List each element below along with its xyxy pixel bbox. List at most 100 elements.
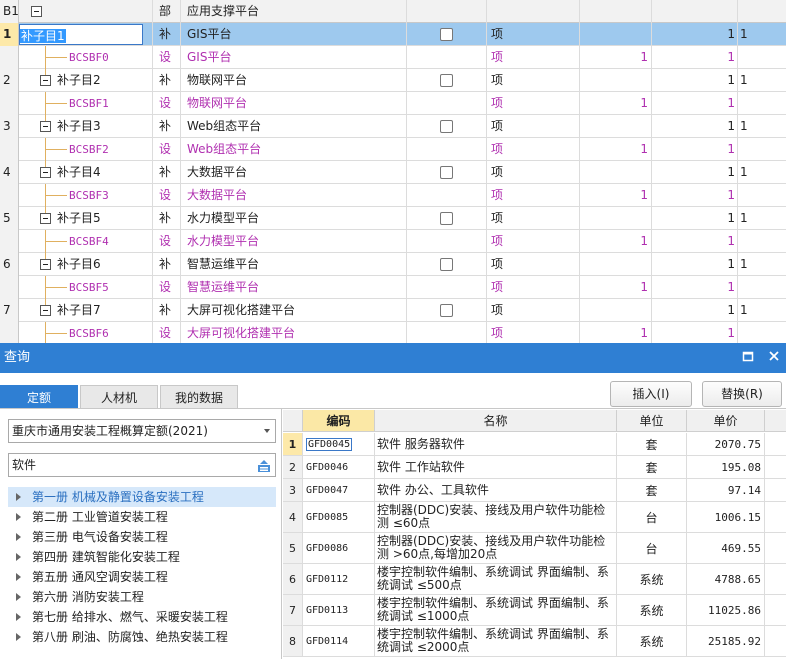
grid-row-qty[interactable]: 1 bbox=[580, 276, 652, 299]
grid-row-name[interactable]: GIS平台 bbox=[181, 23, 407, 46]
grid-row[interactable]: BCSBF3 设大数据平台项 1 1 bbox=[0, 184, 786, 207]
grid-row-unit[interactable]: 项 bbox=[487, 46, 580, 69]
grid-row-name[interactable]: 大数据平台 bbox=[181, 161, 407, 184]
grid-row-name[interactable]: 物联网平台 bbox=[181, 92, 407, 115]
caret-right-icon[interactable] bbox=[16, 533, 21, 541]
col-header-code[interactable]: 编码 bbox=[303, 410, 375, 432]
collapse-toggle-icon[interactable] bbox=[31, 6, 42, 17]
grid-row-unit[interactable]: 项 bbox=[487, 161, 580, 184]
grid-row[interactable]: BCSBF1 设物联网平台项 1 1 bbox=[0, 92, 786, 115]
search-input[interactable]: 软件 bbox=[8, 453, 276, 477]
grid-row-qty[interactable] bbox=[580, 253, 652, 276]
grid-row-unit[interactable]: 项 bbox=[487, 322, 580, 343]
grid-row-checkbox[interactable] bbox=[440, 304, 453, 317]
grid-row-checkbox[interactable] bbox=[440, 120, 453, 133]
grid-row-unit[interactable]: 项 bbox=[487, 23, 580, 46]
grid-row-last[interactable] bbox=[738, 46, 786, 69]
grid-row-unit[interactable]: 项 bbox=[487, 299, 580, 322]
result-row[interactable]: 3 GFD0047 软件 办公、工具软件套 97.14 bbox=[283, 479, 786, 502]
grid-row-qty2[interactable]: 1 bbox=[652, 115, 738, 138]
grid-row-qty2[interactable]: 1 bbox=[652, 230, 738, 253]
caret-right-icon[interactable] bbox=[16, 633, 21, 641]
grid-row-last[interactable] bbox=[738, 138, 786, 161]
grid-row-last[interactable]: 1 bbox=[738, 253, 786, 276]
grid-row-qty[interactable] bbox=[580, 115, 652, 138]
replace-button[interactable]: 替换(R) bbox=[702, 381, 782, 407]
volume-tree-item[interactable]: 第三册 电气设备安装工程 bbox=[8, 527, 276, 547]
grid-row-last[interactable]: 1 bbox=[738, 299, 786, 322]
grid-row-qty2[interactable]: 1 bbox=[652, 138, 738, 161]
col-header-price[interactable]: 单价 bbox=[687, 410, 765, 432]
grid-row-unit[interactable]: 项 bbox=[487, 253, 580, 276]
grid-row-name[interactable]: 智慧运维平台 bbox=[181, 253, 407, 276]
grid-row-qty2[interactable]: 1 bbox=[652, 276, 738, 299]
grid-row-last[interactable] bbox=[738, 92, 786, 115]
grid-row-qty2[interactable]: 1 bbox=[652, 184, 738, 207]
grid-row-qty[interactable]: 1 bbox=[580, 46, 652, 69]
grid-row[interactable]: BCSBF0 设 GIS平台项 1 1 bbox=[0, 46, 786, 69]
volume-tree-item[interactable]: 第四册 建筑智能化安装工程 bbox=[8, 547, 276, 567]
result-row[interactable]: 5 GFD0086 控制器(DDC)安装、接线及用户软件功能检测 >60点,每增加2… bbox=[283, 533, 786, 564]
grid-row[interactable]: 1 补子目1 补 GIS平台项 1 1 bbox=[0, 23, 786, 46]
tab-labor-material-machine[interactable]: 人材机 bbox=[80, 385, 158, 409]
grid-row[interactable]: BCSBF2 设 Web组态平台项 1 1 bbox=[0, 138, 786, 161]
grid-row-unit[interactable]: 项 bbox=[487, 138, 580, 161]
grid-row-qty2[interactable]: 1 bbox=[652, 253, 738, 276]
grid-row-name[interactable]: 大数据平台 bbox=[181, 184, 407, 207]
grid-row-qty[interactable] bbox=[580, 23, 652, 46]
result-row[interactable]: 7 GFD0113 楼宇控制软件编制、系统调试 界面编制、系统调试 ≤1000点 系统… bbox=[283, 595, 786, 626]
grid-row-last[interactable]: 1 bbox=[738, 69, 786, 92]
grid-row-code-editor[interactable]: 补子目1 bbox=[19, 24, 143, 45]
grid-row-unit[interactable]: 项 bbox=[487, 207, 580, 230]
grid-row-checkbox[interactable] bbox=[440, 166, 453, 179]
grid-row-name[interactable]: Web组态平台 bbox=[181, 115, 407, 138]
grid-row-last[interactable] bbox=[738, 276, 786, 299]
collapse-toggle-icon[interactable] bbox=[40, 121, 51, 132]
grid-row[interactable]: BCSBF4 设水力模型平台项 1 1 bbox=[0, 230, 786, 253]
caret-right-icon[interactable] bbox=[16, 573, 21, 581]
grid-row-last[interactable] bbox=[738, 184, 786, 207]
grid-row-unit[interactable]: 项 bbox=[487, 69, 580, 92]
volume-tree-item[interactable]: 第五册 通风空调安装工程 bbox=[8, 567, 276, 587]
grid-row-qty[interactable] bbox=[580, 207, 652, 230]
grid-row-last[interactable]: 1 bbox=[738, 115, 786, 138]
grid-row[interactable]: 6 补子目6 补智慧运维平台 项 1 1 bbox=[0, 253, 786, 276]
volume-tree-item[interactable]: 第七册 给排水、燃气、采暖安装工程 bbox=[8, 607, 276, 627]
caret-right-icon[interactable] bbox=[16, 613, 21, 621]
grid-row[interactable]: 2 补子目2 补物联网平台 项 1 1 bbox=[0, 69, 786, 92]
tab-quota[interactable]: 定额 bbox=[0, 385, 78, 409]
grid-row-unit[interactable]: 项 bbox=[487, 230, 580, 253]
grid-row-qty[interactable]: 1 bbox=[580, 230, 652, 253]
grid-row-qty[interactable] bbox=[580, 69, 652, 92]
grid-row-qty[interactable] bbox=[580, 161, 652, 184]
grid-row-unit[interactable]: 项 bbox=[487, 115, 580, 138]
caret-right-icon[interactable] bbox=[16, 493, 21, 501]
col-header-name[interactable]: 名称 bbox=[375, 410, 617, 432]
grid-row[interactable]: BCSBF5 设智慧运维平台项 1 1 bbox=[0, 276, 786, 299]
grid-row-name[interactable]: 物联网平台 bbox=[181, 69, 407, 92]
grid-row-qty[interactable] bbox=[580, 299, 652, 322]
grid-row[interactable]: 7 补子目7 补大屏可视化搭建平台 项 1 1 bbox=[0, 299, 786, 322]
grid-row-qty2[interactable]: 1 bbox=[652, 46, 738, 69]
grid-row-name[interactable]: GIS平台 bbox=[181, 46, 407, 69]
grid-row[interactable]: 4 补子目4 补大数据平台 项 1 1 bbox=[0, 161, 786, 184]
maximize-icon[interactable] bbox=[740, 350, 756, 366]
grid-row-name[interactable]: 大屏可视化搭建平台 bbox=[181, 299, 407, 322]
caret-right-icon[interactable] bbox=[16, 593, 21, 601]
grid-row[interactable]: BCSBF6 设大屏可视化搭建平台项 1 1 bbox=[0, 322, 786, 343]
collapse-toggle-icon[interactable] bbox=[40, 167, 51, 178]
grid-row-qty2[interactable]: 1 bbox=[652, 161, 738, 184]
grid-row-qty2[interactable]: 1 bbox=[652, 69, 738, 92]
collapse-toggle-icon[interactable] bbox=[40, 75, 51, 86]
grid-row-qty2[interactable]: 1 bbox=[652, 23, 738, 46]
grid-row-last[interactable]: 1 bbox=[738, 161, 786, 184]
grid-row-qty[interactable]: 1 bbox=[580, 138, 652, 161]
grid-row-qty2[interactable]: 1 bbox=[652, 92, 738, 115]
grid-row-name[interactable]: 智慧运维平台 bbox=[181, 276, 407, 299]
result-row[interactable]: 6 GFD0112 楼宇控制软件编制、系统调试 界面编制、系统调试 ≤500点 系统 4… bbox=[283, 564, 786, 595]
close-icon[interactable] bbox=[766, 350, 782, 366]
grid-row-checkbox[interactable] bbox=[440, 258, 453, 271]
grid-row-name[interactable]: Web组态平台 bbox=[181, 138, 407, 161]
grid-row[interactable]: 3 补子目3 补 Web组态平台 项 1 1 bbox=[0, 115, 786, 138]
grid-row-checkbox[interactable] bbox=[440, 74, 453, 87]
